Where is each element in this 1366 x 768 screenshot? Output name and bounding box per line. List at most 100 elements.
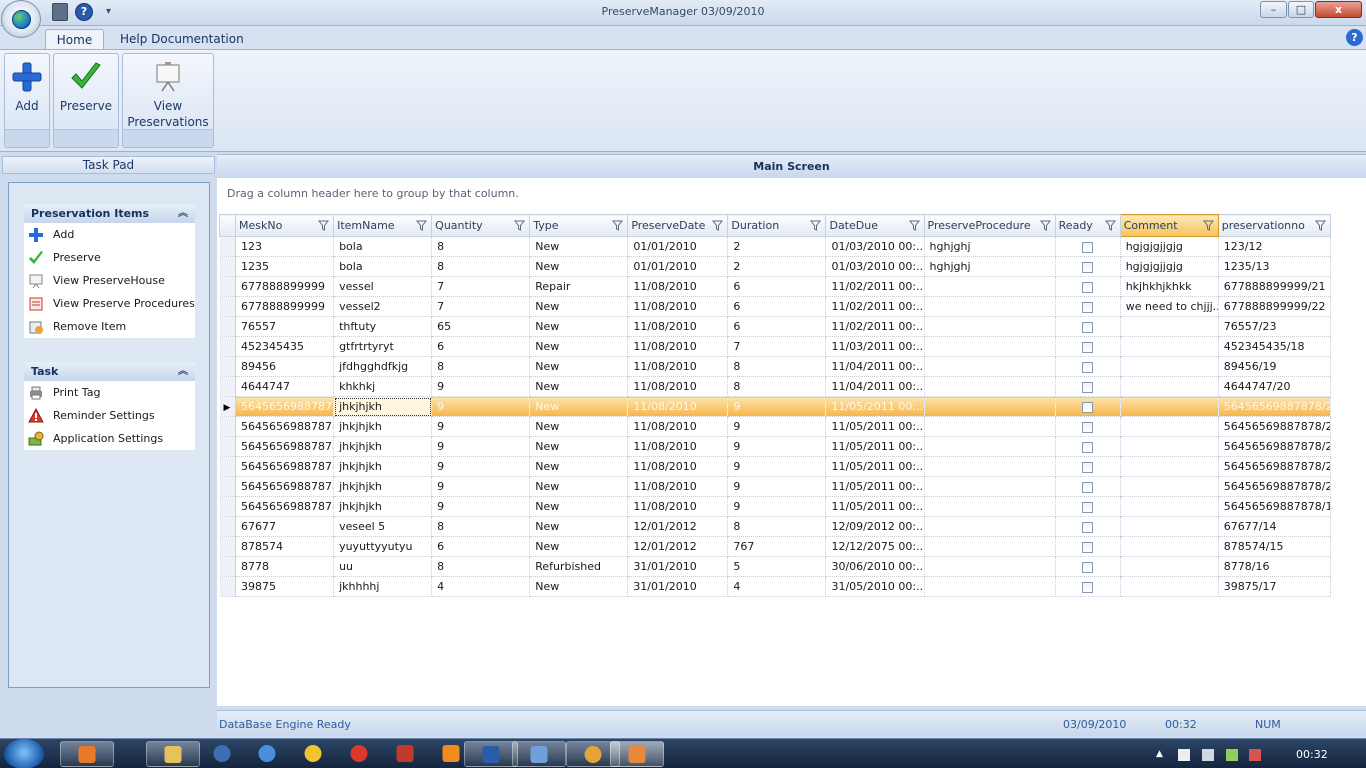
show-hidden-icons[interactable]: ▲ <box>1156 749 1168 761</box>
column-header-datedue[interactable]: DateDue <box>825 214 925 237</box>
cell-preservedate[interactable]: 11/08/2010 <box>627 356 729 377</box>
cell-itemname[interactable]: jhkjhjkh <box>333 416 433 437</box>
cell-preservedate[interactable]: 31/01/2010 <box>627 556 729 577</box>
cell-preservationno[interactable]: 56456569887878/2 <box>1218 436 1332 457</box>
cell-type[interactable]: New <box>529 496 629 517</box>
cell-comment[interactable]: hgjgjgjjgjg <box>1120 256 1219 277</box>
cell-quantity[interactable]: 8 <box>431 516 531 537</box>
cell-ready[interactable] <box>1055 336 1121 357</box>
cell-preservationno[interactable]: 56456569887878/11 <box>1218 496 1332 517</box>
cell-quantity[interactable]: 9 <box>431 376 531 397</box>
cell-datedue[interactable]: 12/12/2075 00:... <box>825 536 925 557</box>
row-indicator[interactable] <box>219 336 236 357</box>
cell-comment[interactable] <box>1120 436 1219 457</box>
cell-datedue[interactable]: 11/02/2011 00:... <box>825 296 925 317</box>
cell-itemname[interactable]: jhkjhjkh <box>333 456 433 477</box>
cell-type[interactable]: New <box>529 356 629 377</box>
cell-preservedate[interactable]: 31/01/2010 <box>627 576 729 597</box>
cell-ready[interactable] <box>1055 516 1121 537</box>
cell-quantity[interactable]: 8 <box>431 256 531 277</box>
cell-datedue[interactable]: 11/05/2011 00:... <box>825 476 925 497</box>
cell-quantity[interactable]: 65 <box>431 316 531 337</box>
row-indicator[interactable] <box>219 576 236 597</box>
cell-preservedate[interactable]: 12/01/2012 <box>627 536 729 557</box>
column-header-comment[interactable]: Comment <box>1119 214 1219 237</box>
cell-comment[interactable]: we need to chjjj... <box>1120 296 1219 317</box>
cell-meskno[interactable]: 677888899999 <box>235 296 335 317</box>
cell-preservedate[interactable]: 01/01/2010 <box>627 236 729 257</box>
start-button[interactable] <box>4 739 44 768</box>
cell-datedue[interactable]: 11/05/2011 00:... <box>825 396 925 417</box>
cell-preserveprocedure[interactable] <box>924 556 1056 577</box>
taskbar-clock[interactable]: 00:32 <box>1296 748 1328 761</box>
cell-itemname[interactable]: uu <box>333 556 433 577</box>
cell-preserveprocedure[interactable] <box>924 316 1056 337</box>
cell-quantity[interactable]: 9 <box>431 416 531 437</box>
taskbar-app-network[interactable] <box>252 741 282 767</box>
ready-checkbox[interactable] <box>1081 341 1093 353</box>
cell-datedue[interactable]: 01/03/2010 00:... <box>825 256 925 277</box>
cell-duration[interactable]: 5 <box>727 556 827 577</box>
filter-icon[interactable] <box>712 220 724 231</box>
cell-meskno[interactable]: 123 <box>235 236 335 257</box>
cell-meskno[interactable]: 452345435 <box>235 336 335 357</box>
cell-duration[interactable]: 6 <box>727 276 827 297</box>
cell-datedue[interactable]: 11/03/2011 00:... <box>825 336 925 357</box>
cell-preservationno[interactable]: 39875/17 <box>1218 576 1332 597</box>
cell-itemname[interactable]: khkhkj <box>333 376 433 397</box>
cell-ready[interactable] <box>1055 356 1121 377</box>
row-indicator[interactable] <box>219 496 236 517</box>
ready-checkbox[interactable] <box>1081 401 1093 413</box>
ready-checkbox[interactable] <box>1081 301 1093 313</box>
cell-meskno[interactable]: 76557 <box>235 316 335 337</box>
column-header-preservedate[interactable]: PreserveDate <box>627 214 729 237</box>
cell-preserveprocedure[interactable] <box>924 336 1056 357</box>
cell-meskno[interactable]: 67677 <box>235 516 335 537</box>
cell-datedue[interactable]: 31/05/2010 00:... <box>825 576 925 597</box>
cell-comment[interactable] <box>1120 356 1219 377</box>
table-row[interactable]: 4644747 khkhkj 9 New 11/08/2010 8 11/04/2011 0… <box>219 376 1332 397</box>
taskpad-item-application-settings[interactable]: Application Settings <box>24 427 195 450</box>
cell-datedue[interactable]: 11/05/2011 00:... <box>825 436 925 457</box>
task-header[interactable]: Task ︽ <box>24 362 195 381</box>
cell-type[interactable]: New <box>529 376 629 397</box>
taskbar-app-archive[interactable] <box>390 741 420 767</box>
application-menu-button[interactable] <box>1 0 41 38</box>
taskbar-app-messenger[interactable] <box>298 741 328 767</box>
cell-datedue[interactable]: 11/05/2011 00:... <box>825 496 925 517</box>
cell-itemname[interactable]: thftuty <box>333 316 433 337</box>
view-preservations-button[interactable]: View Preservations <box>122 53 214 148</box>
cell-preservationno[interactable]: 677888899999/22 <box>1218 296 1332 317</box>
cell-preservedate[interactable]: 11/08/2010 <box>627 416 729 437</box>
cell-preserveprocedure[interactable] <box>924 576 1056 597</box>
cell-preservedate[interactable]: 11/08/2010 <box>627 276 729 297</box>
cell-itemname[interactable]: jfdhgghdfkjg <box>333 356 433 377</box>
cell-preserveprocedure[interactable] <box>924 536 1056 557</box>
cell-duration[interactable]: 6 <box>727 316 827 337</box>
row-indicator[interactable] <box>219 236 236 257</box>
cell-type[interactable]: New <box>529 316 629 337</box>
row-indicator[interactable] <box>219 536 236 557</box>
cell-preservationno[interactable]: 56456569887878/2 <box>1218 456 1332 477</box>
ready-checkbox[interactable] <box>1081 321 1093 333</box>
table-row[interactable]: 878574 yuyuttyyutyu 6 New 12/01/2012 767 12/12… <box>219 536 1332 557</box>
cell-preservationno[interactable]: 8778/16 <box>1218 556 1332 577</box>
cell-duration[interactable]: 8 <box>727 376 827 397</box>
cell-itemname[interactable]: veseel 5 <box>333 516 433 537</box>
cell-preservationno[interactable]: 677888899999/21 <box>1218 276 1332 297</box>
filter-icon[interactable] <box>908 220 920 231</box>
cell-itemname[interactable]: gtfrtrtyryt <box>333 336 433 357</box>
cell-comment[interactable] <box>1120 576 1219 597</box>
cell-preservationno[interactable]: 4644747/20 <box>1218 376 1332 397</box>
cell-preservedate[interactable]: 01/01/2010 <box>627 256 729 277</box>
table-row[interactable]: 677888899999 vessel 7 Repair 11/08/2010 6 11/0… <box>219 276 1332 297</box>
ready-checkbox[interactable] <box>1081 501 1093 513</box>
taskbar-app-chrome[interactable] <box>344 741 374 767</box>
cell-ready[interactable] <box>1055 396 1121 417</box>
cell-itemname[interactable]: jhkjhjkh <box>333 436 433 457</box>
cell-ready[interactable] <box>1055 316 1121 337</box>
cell-datedue[interactable]: 11/04/2011 00:... <box>825 356 925 377</box>
row-indicator[interactable] <box>219 476 236 497</box>
cell-meskno[interactable]: 89456 <box>235 356 335 377</box>
cell-type[interactable]: Refurbished <box>529 556 629 577</box>
